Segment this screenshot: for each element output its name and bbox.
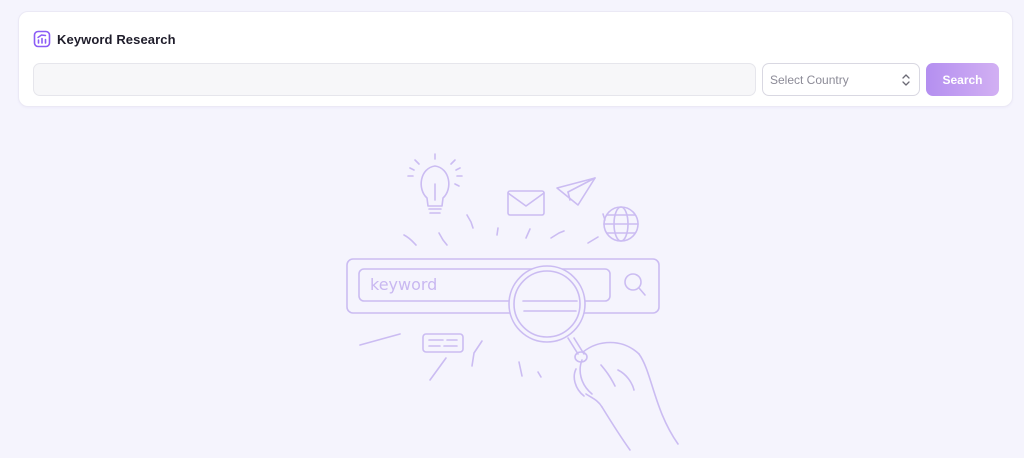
globe-icon bbox=[603, 206, 639, 242]
list-card-icon bbox=[422, 333, 464, 353]
illustration-keyword-text: keyword bbox=[370, 275, 437, 294]
magnifier-icon bbox=[508, 265, 588, 363]
panel-header: Keyword Research bbox=[33, 30, 176, 48]
chevron-up-down-icon bbox=[901, 73, 911, 87]
paper-plane-icon bbox=[556, 177, 596, 206]
hand-icon bbox=[573, 341, 679, 451]
search-icon bbox=[624, 273, 646, 296]
illustration-search-bar: keyword bbox=[346, 258, 660, 314]
country-select-placeholder: Select Country bbox=[770, 72, 849, 87]
keyword-research-panel: Keyword Research Select Country Search bbox=[18, 11, 1013, 107]
page-title: Keyword Research bbox=[57, 31, 176, 47]
country-select[interactable]: Select Country bbox=[762, 63, 920, 96]
envelope-icon bbox=[507, 190, 545, 216]
lightbulb-icon bbox=[407, 153, 463, 214]
keyword-search-illustration: keyword bbox=[346, 153, 679, 451]
chart-icon bbox=[33, 30, 51, 48]
keyword-input[interactable] bbox=[33, 63, 756, 96]
search-button[interactable]: Search bbox=[926, 63, 999, 96]
